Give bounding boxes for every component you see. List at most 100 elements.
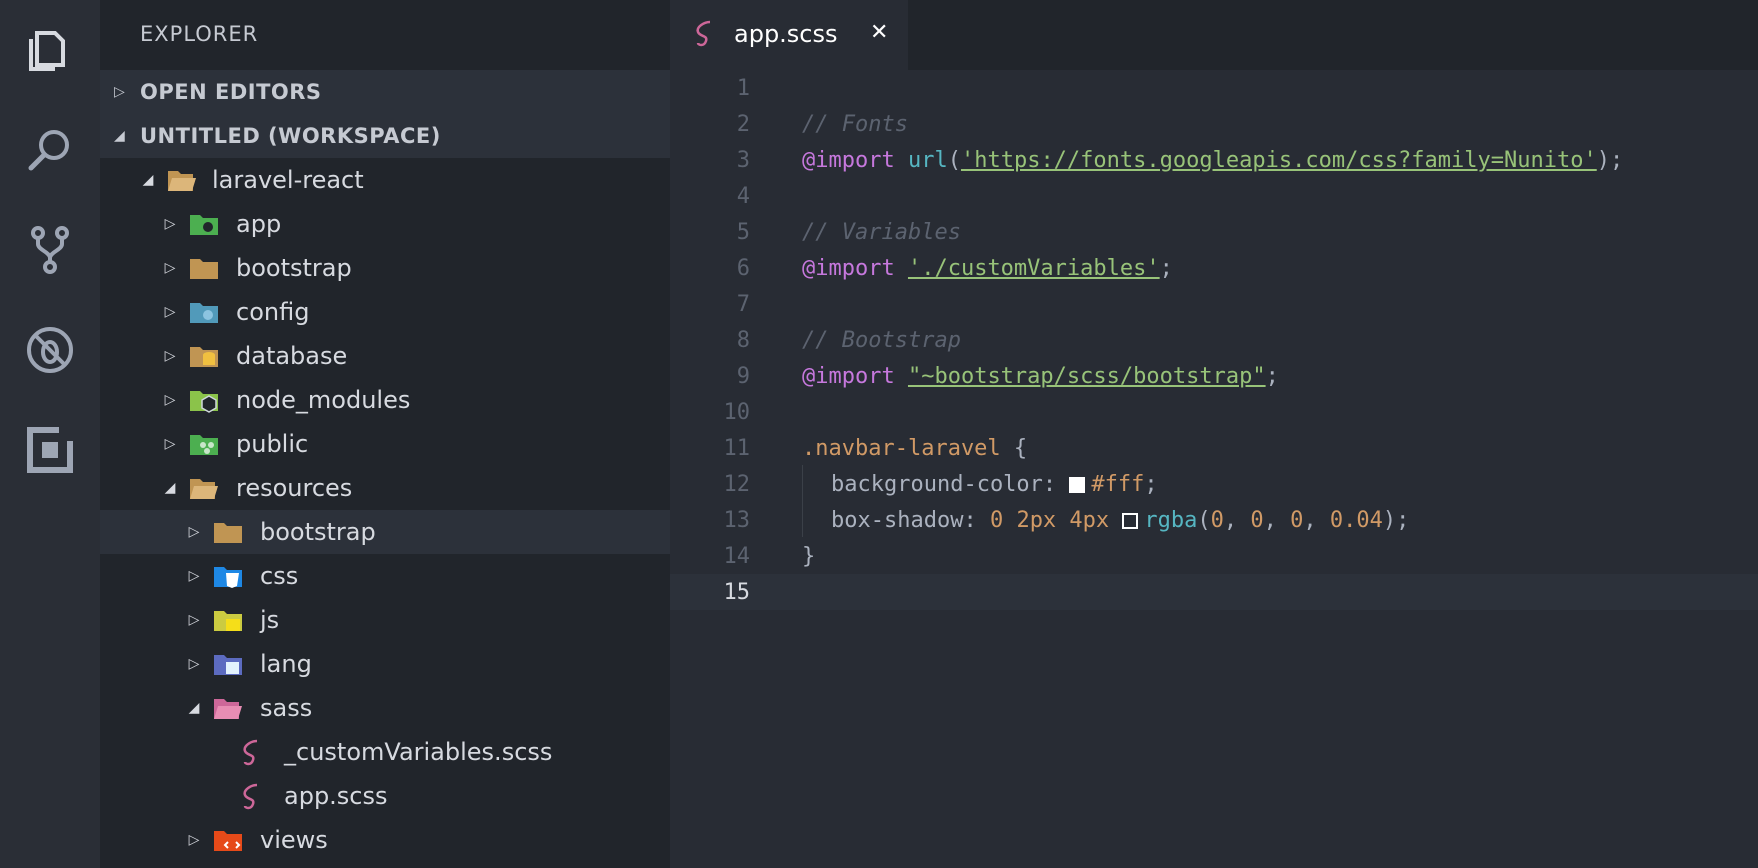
activity-bar <box>0 0 100 868</box>
tree-item-custom-variables-scss[interactable]: _customVariables.scss <box>100 730 670 774</box>
keyword-token: @import <box>802 147 895 173</box>
debug-icon[interactable] <box>0 306 100 394</box>
line-number: 10 <box>723 399 751 425</box>
current-line: 15 <box>670 574 1758 610</box>
code-line: 2 // Fonts <box>670 106 1758 142</box>
number-token: 0 <box>1290 507 1304 533</box>
tab-bar: app.scss ✕ <box>670 0 1758 70</box>
tree-item-js[interactable]: ▷ js <box>100 598 670 642</box>
tree-item-css[interactable]: ▷ css <box>100 554 670 598</box>
punct-token: ; <box>1265 363 1279 389</box>
string-link[interactable]: "~bootstrap/scss/bootstrap" <box>908 364 1266 389</box>
code-line: 4 <box>670 178 1758 214</box>
code-text: @import url('https://fonts.googleapis.co… <box>802 148 1623 173</box>
code-line: 14 } <box>670 538 1758 574</box>
punct-token: { <box>1000 435 1028 461</box>
line-number: 9 <box>736 363 750 389</box>
folder-icon <box>212 516 244 548</box>
line-number: 12 <box>723 471 751 497</box>
line-number: 4 <box>736 183 750 209</box>
chevron-right-icon: ▷ <box>188 568 200 584</box>
punct-token: ); <box>1382 507 1410 533</box>
code-text: .navbar-laravel { <box>802 436 1027 461</box>
tree-item-label: database <box>236 342 348 370</box>
function-token: rgba <box>1144 507 1198 533</box>
chevron-right-icon: ▷ <box>188 656 200 672</box>
code-text: @import "~bootstrap/scss/bootstrap"; <box>802 364 1279 389</box>
tree-item-bootstrap[interactable]: ▷ bootstrap <box>100 246 670 290</box>
sass-file-icon <box>236 736 268 768</box>
tree-item-label: css <box>260 562 299 590</box>
property-token: background-color: <box>831 471 1070 497</box>
chevron-down-icon: ◢ <box>142 172 154 188</box>
folder-open-icon <box>188 472 220 504</box>
chevron-right-icon: ▷ <box>164 348 176 364</box>
chevron-right-icon: ▷ <box>164 216 176 232</box>
tree-item-label: node_modules <box>236 386 411 414</box>
chevron-right-icon: ▷ <box>164 260 176 276</box>
tab-app-scss[interactable]: app.scss ✕ <box>670 0 908 70</box>
tree-item-resources[interactable]: ◢ resources <box>100 466 670 510</box>
close-icon[interactable]: ✕ <box>870 20 888 45</box>
code-text: background-color: #fff; <box>831 472 1158 497</box>
string-link[interactable]: './customVariables' <box>908 256 1160 281</box>
tree-item-views[interactable]: ▷ views <box>100 818 670 862</box>
string-link[interactable]: 'https://fonts.googleapis.com/css?family… <box>961 148 1597 173</box>
tree-item-database[interactable]: ▷ database <box>100 334 670 378</box>
sass-file-icon <box>692 18 718 52</box>
extensions-icon[interactable] <box>0 406 100 494</box>
tree-item-label: views <box>260 826 328 854</box>
punct-token: ( <box>947 147 961 173</box>
tree-item-label: bootstrap <box>260 518 376 546</box>
tree-item-public[interactable]: ▷ public <box>100 422 670 466</box>
chevron-down-icon: ◢ <box>114 128 125 144</box>
tree-item-node-modules[interactable]: ▷ node_modules <box>100 378 670 422</box>
tree-item-label: app.scss <box>284 782 388 810</box>
code-line: 10 <box>670 394 1758 430</box>
folder-node-icon <box>188 384 220 416</box>
section-open-editors[interactable]: ▷ OPEN EDITORS <box>100 70 670 114</box>
code-text: // Bootstrap <box>802 328 961 353</box>
tree-item-lang[interactable]: ▷ lang <box>100 642 670 686</box>
sidebar-title: EXPLORER <box>140 22 259 46</box>
folder-css-icon <box>212 560 244 592</box>
code-text: } <box>802 544 815 569</box>
line-number: 14 <box>723 543 751 569</box>
code-area[interactable]: 1 2 // Fonts 3 @import url('https://font… <box>670 70 1758 868</box>
code-line: 5 // Variables <box>670 214 1758 250</box>
number-token: 0 <box>1250 507 1264 533</box>
tree-item-sass[interactable]: ◢ sass <box>100 686 670 730</box>
punct-token: , <box>1303 507 1330 533</box>
color-swatch[interactable] <box>1122 512 1139 529</box>
punct-token: , <box>1263 507 1291 533</box>
function-token: url <box>907 147 948 173</box>
section-workspace[interactable]: ◢ UNTITLED (WORKSPACE) <box>100 114 670 158</box>
code-text: // Fonts <box>802 112 908 137</box>
line-number: 8 <box>736 327 750 353</box>
tree-item-label: js <box>260 606 280 634</box>
tree-item-label: lang <box>260 650 312 678</box>
line-number: 7 <box>736 291 750 317</box>
tree-item-app-scss[interactable]: app.scss <box>100 774 670 818</box>
files-icon[interactable] <box>0 6 100 94</box>
punct-token: , <box>1223 507 1251 533</box>
tree-item-laravel-react[interactable]: ◢ laravel-react <box>100 158 670 202</box>
chevron-right-icon: ▷ <box>164 392 176 408</box>
number-token: 0 2px 4px <box>989 507 1110 533</box>
chevron-right-icon: ▷ <box>164 436 176 452</box>
search-icon[interactable] <box>0 106 100 194</box>
folder-app-icon <box>188 208 220 240</box>
code-text: box-shadow: 0 2px 4px rgba(0, 0, 0, 0.04… <box>831 508 1409 533</box>
code-text: @import './customVariables'; <box>802 256 1173 281</box>
color-swatch[interactable] <box>1069 476 1086 493</box>
tree-item-resources-bootstrap[interactable]: ▷ bootstrap <box>100 510 670 554</box>
source-control-icon[interactable] <box>0 206 100 294</box>
code-line: 1 <box>670 70 1758 106</box>
tree-item-label: config <box>236 298 310 326</box>
tree-item-config[interactable]: ▷ config <box>100 290 670 334</box>
tree-item-label: resources <box>236 474 353 502</box>
explorer-sidebar: EXPLORER ▷ OPEN EDITORS ◢ UNTITLED (WORK… <box>100 0 670 868</box>
folder-js-icon <box>212 604 244 636</box>
tree-item-app[interactable]: ▷ app <box>100 202 670 246</box>
code-text: // Variables <box>802 220 961 245</box>
